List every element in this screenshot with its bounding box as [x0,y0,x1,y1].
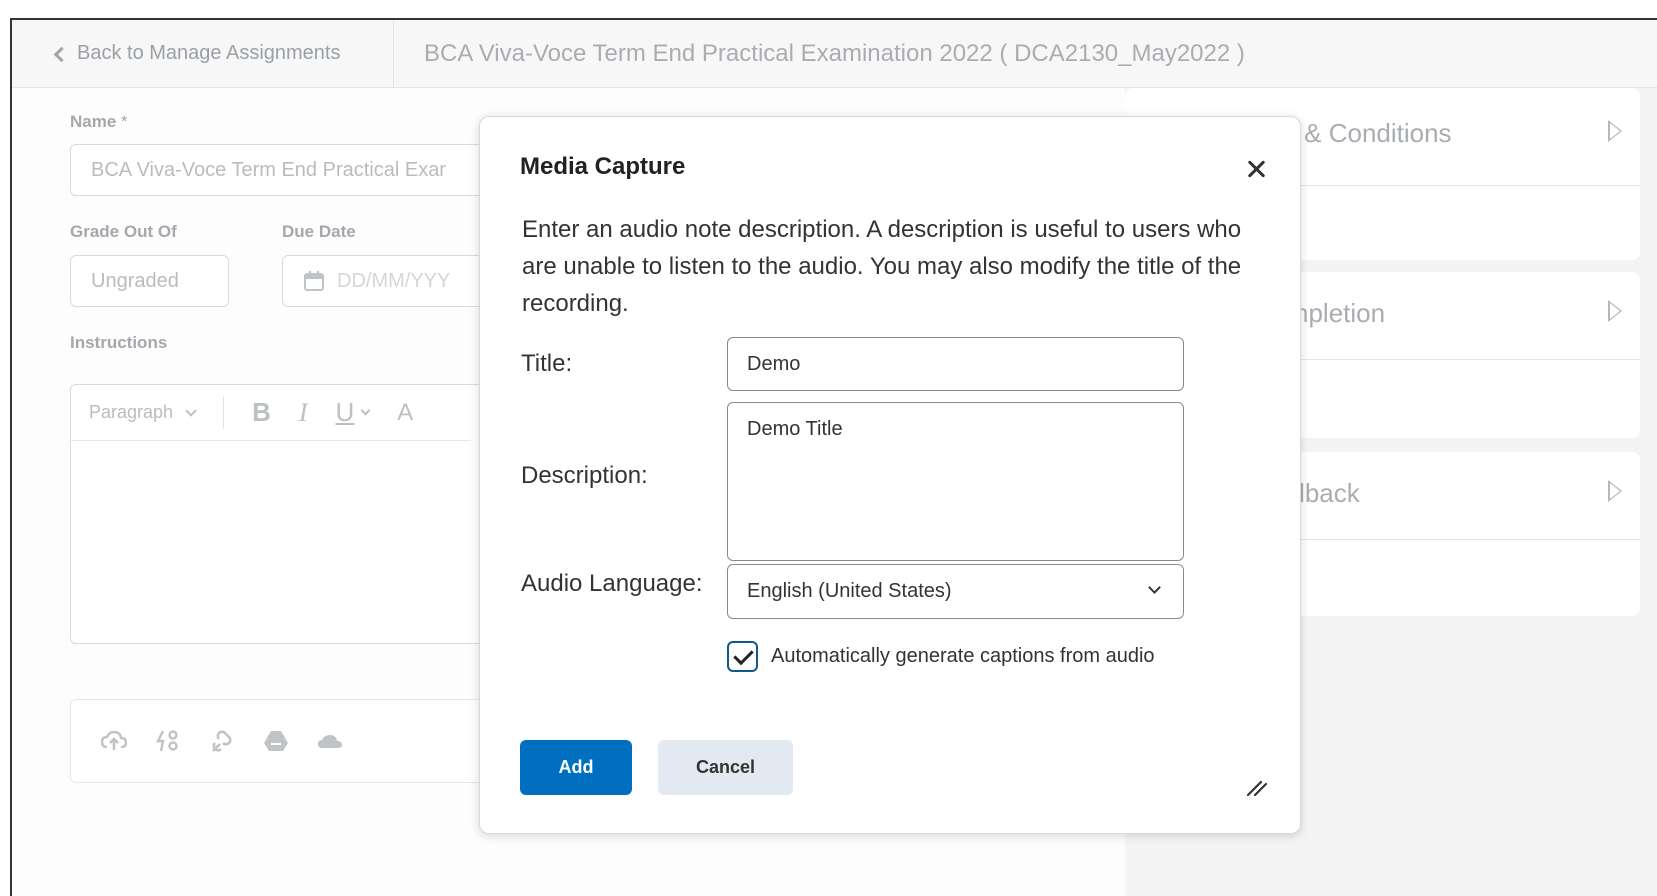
font-color-button[interactable]: A [397,399,413,427]
media-capture-dialog: Media Capture Enter an audio note descri… [479,116,1301,834]
captions-option[interactable]: Automatically generate captions from aud… [727,641,1155,672]
bold-button[interactable]: B [252,397,271,428]
required-mark: * [121,112,128,131]
name-label: Name * [70,112,128,131]
due-date-input[interactable]: DD/MM/YYY [282,255,490,307]
quicklink-icon[interactable] [155,729,181,753]
dialog-description: Enter an audio note description. A descr… [522,216,1242,317]
audio-language-select[interactable]: English (United States) [727,564,1184,619]
dialog-title: Media Capture [520,153,686,180]
underline-glyph: U [335,397,355,427]
audio-language-value: English (United States) [747,580,952,602]
page-title: BCA Viva-Voce Term End Practical Examina… [424,39,1245,67]
chevron-down-icon [360,405,371,416]
audio-language-label: Audio Language: [521,570,703,597]
instructions-editor[interactable]: Paragraph B I U A [70,384,490,644]
toolbar-divider [223,396,225,429]
close-icon[interactable] [1244,157,1268,181]
due-date-label: Due Date [282,222,356,241]
grade-label: Grade Out Of [70,222,177,241]
onedrive-icon[interactable] [317,732,343,750]
chevron-down-icon [1148,581,1161,594]
instructions-label: Instructions [70,333,168,352]
editor-toolbar: Paragraph B I U A [71,385,471,441]
calendar-icon [304,271,324,291]
google-drive-icon[interactable] [263,730,289,752]
upload-icon[interactable] [101,730,127,752]
paragraph-style-select[interactable]: Paragraph [89,402,197,423]
description-label: Description: [521,462,648,489]
add-button[interactable]: Add [520,740,632,795]
title-label: Title: [521,350,573,377]
app-frame: Back to Manage Assignments BCA Viva-Voce… [10,18,1657,896]
link-icon[interactable] [209,729,235,753]
underline-button[interactable]: U [335,397,371,428]
paragraph-style-label: Paragraph [89,402,174,422]
chevron-left-icon [53,46,70,62]
chevron-down-icon [185,404,197,417]
expand-triangle-icon [1608,480,1622,502]
resize-handle-icon[interactable] [1246,774,1268,796]
title-input[interactable]: Demo [727,337,1184,391]
due-date-placeholder: DD/MM/YYY [337,269,451,292]
expand-triangle-icon [1608,120,1622,142]
name-input[interactable]: BCA Viva-Voce Term End Practical Exar [70,144,490,196]
grade-input[interactable]: Ungraded [70,255,229,307]
description-textarea[interactable]: Demo Title [727,402,1184,561]
captions-label: Automatically generate captions from aud… [771,645,1155,667]
italic-button[interactable]: I [299,398,308,428]
back-link[interactable]: Back to Manage Assignments [12,20,394,87]
top-bar: Back to Manage Assignments BCA Viva-Voce… [12,20,1657,88]
attachments-bar [70,699,490,783]
cancel-button[interactable]: Cancel [658,740,793,795]
captions-checkbox[interactable] [727,641,758,672]
back-link-label: Back to Manage Assignments [77,42,341,64]
expand-triangle-icon [1608,300,1622,322]
